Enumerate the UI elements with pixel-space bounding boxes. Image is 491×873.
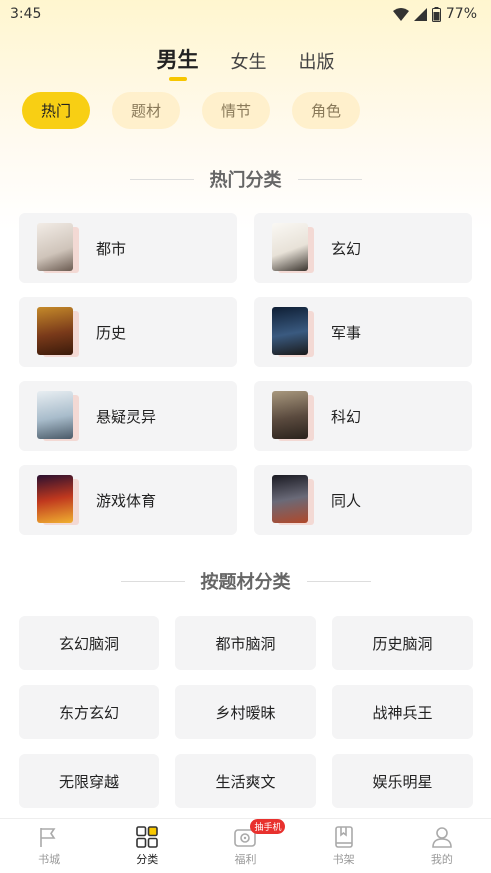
- divider: [120, 580, 185, 582]
- flag-icon: [40, 828, 56, 847]
- nav-label: 书架: [332, 853, 355, 866]
- status-icons: 77%: [392, 6, 477, 22]
- category-card[interactable]: 同人: [254, 465, 472, 535]
- book-cover: [37, 475, 79, 525]
- book-cover: [272, 223, 314, 273]
- theme-tag[interactable]: 娱乐明星: [332, 754, 473, 808]
- book-cover: [272, 391, 314, 441]
- status-time: 3:45: [10, 6, 42, 22]
- theme-tag[interactable]: 都市脑洞: [175, 616, 316, 670]
- category-label: 悬疑灵异: [96, 407, 157, 426]
- category-card[interactable]: 军事: [254, 297, 472, 367]
- category-label: 游戏体育: [96, 491, 157, 510]
- welfare-badge: 抽手机: [250, 819, 286, 834]
- nav-category[interactable]: 分类: [112, 825, 182, 867]
- book-cover: [272, 307, 314, 357]
- hot-category-grid: 都市 玄幻 历史 军事 悬疑灵异 科幻 游戏体育 同人: [19, 213, 472, 535]
- category-card[interactable]: 悬疑灵异: [19, 381, 237, 451]
- grid-icon: [136, 826, 159, 848]
- gender-tabs: 男生 女生 出版: [0, 38, 491, 74]
- chip-hot[interactable]: 热门: [22, 92, 90, 129]
- nav-welfare[interactable]: 抽手机 福利: [210, 819, 286, 867]
- nav-label: 分类: [136, 853, 159, 866]
- book-icon: [334, 826, 353, 848]
- filter-chips: 热门 题材 情节 角色: [22, 92, 360, 129]
- category-card[interactable]: 都市: [19, 213, 237, 283]
- tab-male[interactable]: 男生: [157, 44, 199, 74]
- category-label: 同人: [331, 491, 362, 510]
- nav-label: 福利: [234, 853, 257, 866]
- theme-tag[interactable]: 玄幻脑洞: [19, 616, 159, 670]
- status-bar: 3:45 77%: [0, 0, 491, 28]
- divider: [297, 178, 362, 180]
- divider: [306, 580, 371, 582]
- book-cover: [272, 475, 314, 525]
- category-label: 科幻: [331, 407, 362, 426]
- theme-tag[interactable]: 生活爽文: [175, 754, 316, 808]
- theme-tag-grid: 玄幻脑洞 都市脑洞 历史脑洞 东方玄幻 乡村暧昧 战神兵王 无限穿越 生活爽文 …: [19, 616, 473, 808]
- theme-tag[interactable]: 乡村暧昧: [175, 685, 316, 739]
- book-cover: [37, 391, 79, 441]
- category-label: 玄幻: [331, 239, 362, 258]
- theme-tag[interactable]: 无限穿越: [19, 754, 159, 808]
- tab-publish[interactable]: 出版: [299, 48, 335, 74]
- user-icon: [432, 827, 452, 848]
- signal-icon: [413, 7, 427, 21]
- nav-bookshelf[interactable]: 书架: [309, 825, 379, 867]
- book-cover: [37, 223, 79, 273]
- battery-icon: [431, 6, 441, 22]
- book-cover: [37, 307, 79, 357]
- nav-label: 我的: [430, 853, 453, 866]
- battery-percent: 77%: [445, 6, 477, 22]
- hot-section-heading: 热门分类: [0, 166, 491, 192]
- category-card[interactable]: 科幻: [254, 381, 472, 451]
- nav-profile[interactable]: 我的: [407, 825, 477, 867]
- wifi-icon: [392, 7, 409, 21]
- chip-plot[interactable]: 情节: [202, 92, 270, 129]
- theme-tag[interactable]: 东方玄幻: [19, 685, 159, 739]
- nav-label: 书城: [38, 853, 61, 866]
- hot-section-title: 热门分类: [209, 170, 282, 191]
- category-label: 历史: [96, 323, 127, 342]
- theme-tag[interactable]: 战神兵王: [332, 685, 473, 739]
- category-label: 都市: [96, 239, 127, 258]
- category-card[interactable]: 历史: [19, 297, 237, 367]
- chip-role[interactable]: 角色: [292, 92, 360, 129]
- tab-female[interactable]: 女生: [231, 48, 267, 74]
- divider: [129, 178, 194, 180]
- category-label: 军事: [331, 323, 362, 342]
- chip-theme[interactable]: 题材: [112, 92, 180, 129]
- theme-section-heading: 按题材分类: [0, 568, 491, 594]
- nav-bookstore[interactable]: 书城: [14, 825, 84, 867]
- theme-tag[interactable]: 历史脑洞: [332, 616, 473, 670]
- category-card[interactable]: 玄幻: [254, 213, 472, 283]
- bottom-nav: 书城 分类 抽手机 福利 书架 我的: [0, 818, 491, 873]
- theme-section-title: 按题材分类: [200, 572, 291, 593]
- category-card[interactable]: 游戏体育: [19, 465, 237, 535]
